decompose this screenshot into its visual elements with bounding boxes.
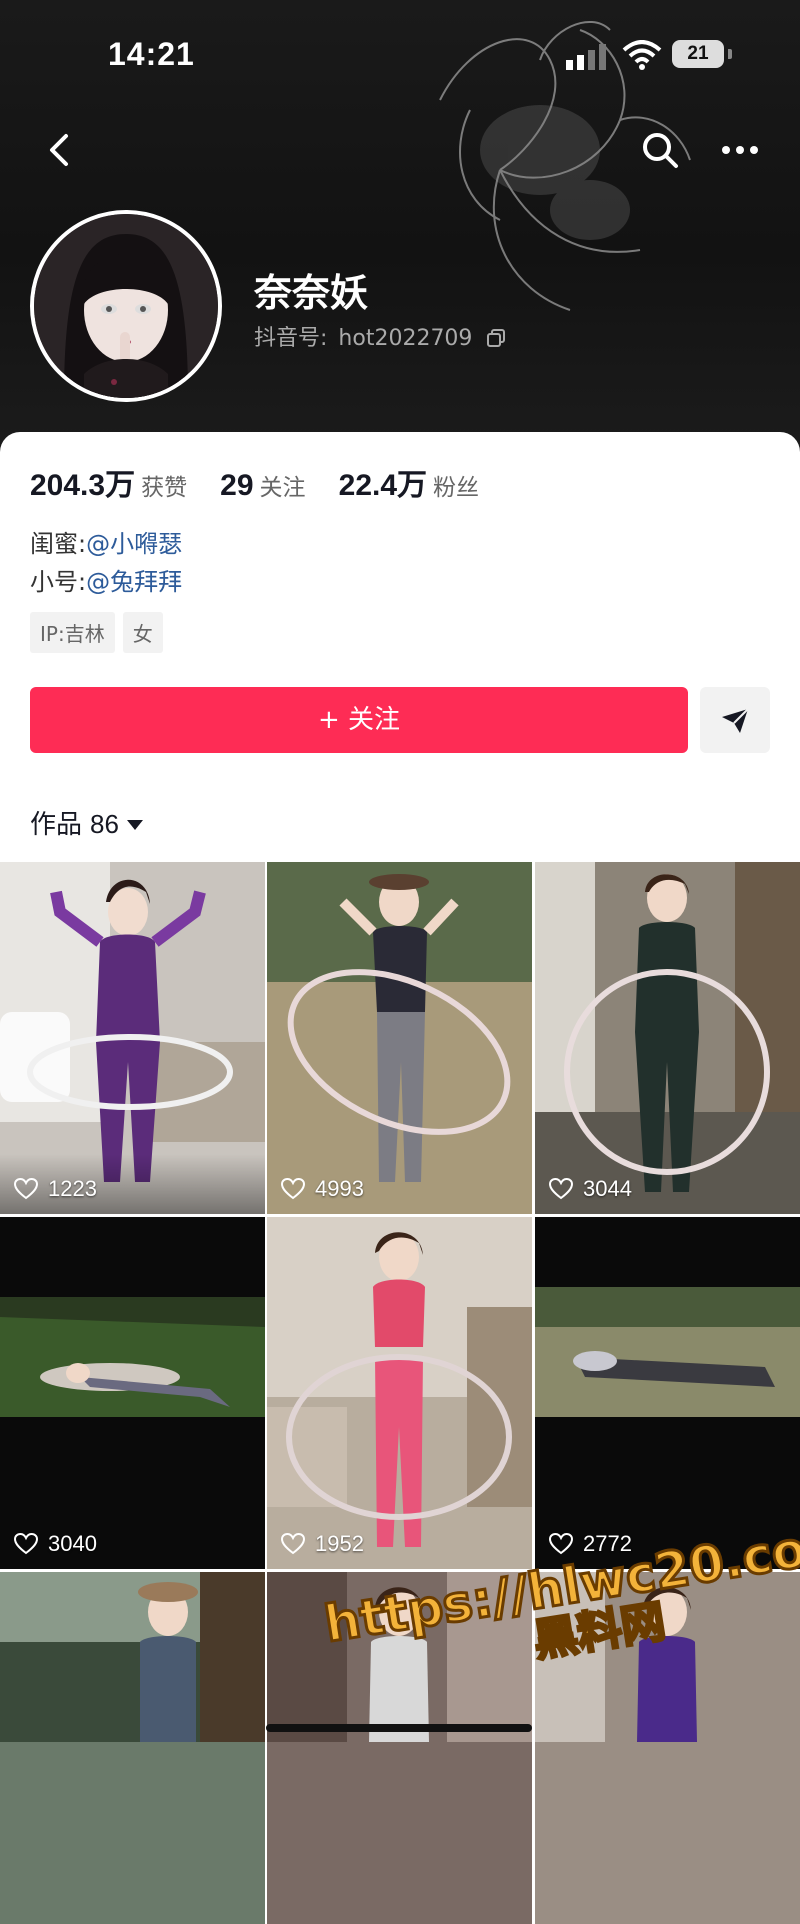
video-tile[interactable]: 3040 (0, 1217, 265, 1569)
battery-indicator: 21 (672, 40, 724, 68)
relation-alt-label: 小号: (30, 568, 87, 596)
tag-gender: 女 (122, 612, 163, 653)
stat-likes-value: 204.3万 (30, 469, 136, 502)
like-count: 1223 (13, 1176, 97, 1202)
heart-icon (13, 1532, 39, 1555)
like-count: 4993 (280, 1176, 364, 1202)
stat-followers-label: 粉丝 (433, 475, 480, 501)
stat-followers[interactable]: 22.4万 粉丝 (339, 460, 479, 504)
works-tab[interactable]: 作品 86 (30, 804, 143, 841)
relation-alt-account: 小号:@兔拜拜 (30, 562, 182, 597)
signal-icon (566, 44, 606, 70)
profile-name: 奈奈妖 (254, 271, 369, 315)
works-label: 作品 (30, 810, 83, 840)
profile-panel: 204.3万 获赞 29 关注 22.4万 粉丝 闺蜜:@小嘚瑟 小号:@兔拜拜 IP… (0, 432, 800, 862)
video-tile[interactable]: 2772 (535, 1217, 800, 1569)
video-thumbnail (0, 1217, 265, 1569)
wifi-icon (622, 40, 662, 70)
chevron-left-icon[interactable] (40, 126, 80, 174)
share-button[interactable] (700, 687, 770, 753)
like-count: 3040 (13, 1531, 97, 1557)
like-count-value: 4993 (315, 1176, 364, 1201)
heart-icon (548, 1177, 574, 1200)
like-count: 3044 (548, 1176, 632, 1202)
follow-button[interactable]: + 关注 (30, 687, 688, 753)
heart-icon (280, 1532, 306, 1555)
douyin-id-value: hot2022709 (338, 326, 473, 351)
like-count-value: 3040 (48, 1531, 97, 1556)
video-thumbnail (267, 1217, 532, 1569)
video-tile[interactable]: 1952 (267, 1217, 532, 1569)
video-thumbnail (0, 862, 265, 1214)
avatar[interactable] (30, 210, 222, 402)
video-thumbnail (535, 862, 800, 1214)
search-icon[interactable] (638, 128, 682, 172)
status-bar: 14:21 21 (0, 30, 800, 80)
more-dots-icon[interactable] (716, 132, 764, 168)
tag-ip: IP:吉林 (30, 612, 115, 653)
stat-likes[interactable]: 204.3万 获赞 (30, 460, 187, 504)
relation-alt-link[interactable]: @兔拜拜 (86, 568, 182, 596)
heart-icon (548, 1532, 574, 1555)
video-tile[interactable] (0, 1572, 265, 1924)
profile-header: 14:21 21 奈奈妖 抖音号: hot2022709 (0, 0, 800, 460)
home-indicator[interactable] (266, 1724, 532, 1732)
douyin-id: 抖音号: hot2022709 (254, 320, 506, 352)
caret-down-icon (126, 820, 143, 830)
heart-icon (280, 1177, 306, 1200)
video-thumbnail (535, 1217, 800, 1569)
like-count-value: 1952 (315, 1531, 364, 1556)
send-icon (722, 708, 749, 733)
relation-bestie-link[interactable]: @小嘚瑟 (86, 530, 182, 558)
battery-tip (728, 49, 732, 59)
works-count: 86 (90, 809, 119, 839)
like-count-value: 3044 (583, 1176, 632, 1201)
copy-icon[interactable] (487, 329, 506, 347)
relation-bestie-label: 闺蜜: (30, 530, 87, 558)
like-count-value: 1223 (48, 1176, 97, 1201)
video-tile[interactable]: 1223 (0, 862, 265, 1214)
stat-following-label: 关注 (259, 475, 306, 501)
avatar-illustration (34, 214, 218, 398)
status-time: 14:21 (108, 36, 195, 72)
video-thumbnail (0, 1572, 265, 1924)
stats-row: 204.3万 获赞 29 关注 22.4万 粉丝 (30, 460, 507, 504)
stat-followers-value: 22.4万 (338, 469, 428, 502)
stat-following[interactable]: 29 关注 (220, 468, 305, 503)
stat-likes-label: 获赞 (141, 475, 188, 501)
stat-following-value: 29 (220, 469, 254, 502)
relation-bestie: 闺蜜:@小嘚瑟 (30, 524, 182, 559)
douyin-id-label: 抖音号: (254, 326, 328, 351)
like-count: 1952 (280, 1531, 364, 1557)
heart-icon (13, 1177, 39, 1200)
video-tile[interactable]: 4993 (267, 862, 532, 1214)
video-tile[interactable]: 3044 (535, 862, 800, 1214)
video-thumbnail (267, 862, 532, 1214)
tag-list: IP:吉林女 (30, 612, 171, 653)
